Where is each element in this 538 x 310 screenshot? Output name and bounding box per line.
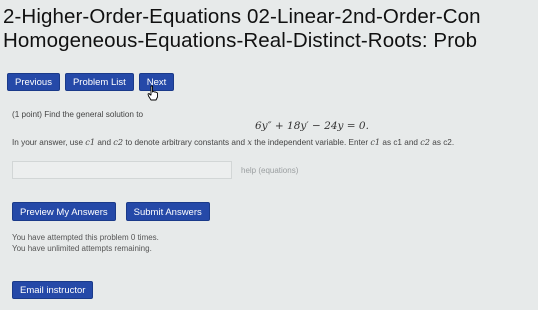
- help-equations-link[interactable]: help (equations): [241, 166, 298, 175]
- constant-c1: c1: [370, 137, 381, 147]
- attempts-status: You have attempted this problem 0 times.…: [12, 232, 159, 254]
- previous-button[interactable]: Previous: [7, 73, 60, 91]
- constant-c1: c1: [85, 137, 96, 147]
- instruction-text: In your answer, use: [12, 138, 86, 147]
- attempts-remaining-text: You have unlimited attempts remaining.: [12, 244, 152, 253]
- preview-answers-button[interactable]: Preview My Answers: [12, 202, 116, 221]
- problem-instruction: In your answer, use c1 and c2 to denote …: [12, 137, 454, 147]
- instruction-text: as c2.: [430, 138, 455, 147]
- answer-actions: Preview My Answers Submit Answers: [12, 202, 210, 221]
- email-section: Email instructor: [12, 280, 94, 299]
- problem-prompt: (1 point) Find the general solution to: [12, 110, 144, 119]
- instruction-text: to denote arbitrary constants and: [123, 138, 248, 147]
- email-instructor-button[interactable]: Email instructor: [12, 281, 94, 299]
- instruction-text: as c1 and: [380, 138, 421, 147]
- answer-input[interactable]: [12, 161, 232, 179]
- page-title-line-1: 2-Higher-Order-Equations 02-Linear-2nd-O…: [3, 5, 481, 28]
- page-title-line-2: Homogeneous-Equations-Real-Distinct-Root…: [3, 29, 478, 52]
- constant-c2: c2: [420, 137, 430, 147]
- submit-answers-button[interactable]: Submit Answers: [125, 202, 210, 221]
- constant-c2: c2: [113, 137, 124, 147]
- next-button[interactable]: Next: [138, 73, 175, 91]
- attempts-count-text: You have attempted this problem 0 times.: [12, 233, 159, 242]
- page-title: 2-Higher-Order-Equations 02-Linear-2nd-O…: [3, 5, 538, 53]
- problem-navigation: Previous Problem List Next: [7, 73, 175, 91]
- problem-list-button[interactable]: Problem List: [64, 73, 134, 91]
- differential-equation: 6y″ + 18y′ − 24y = 0.: [255, 120, 369, 132]
- instruction-text: the independent variable. Enter: [251, 138, 371, 147]
- instruction-text: and: [95, 138, 114, 147]
